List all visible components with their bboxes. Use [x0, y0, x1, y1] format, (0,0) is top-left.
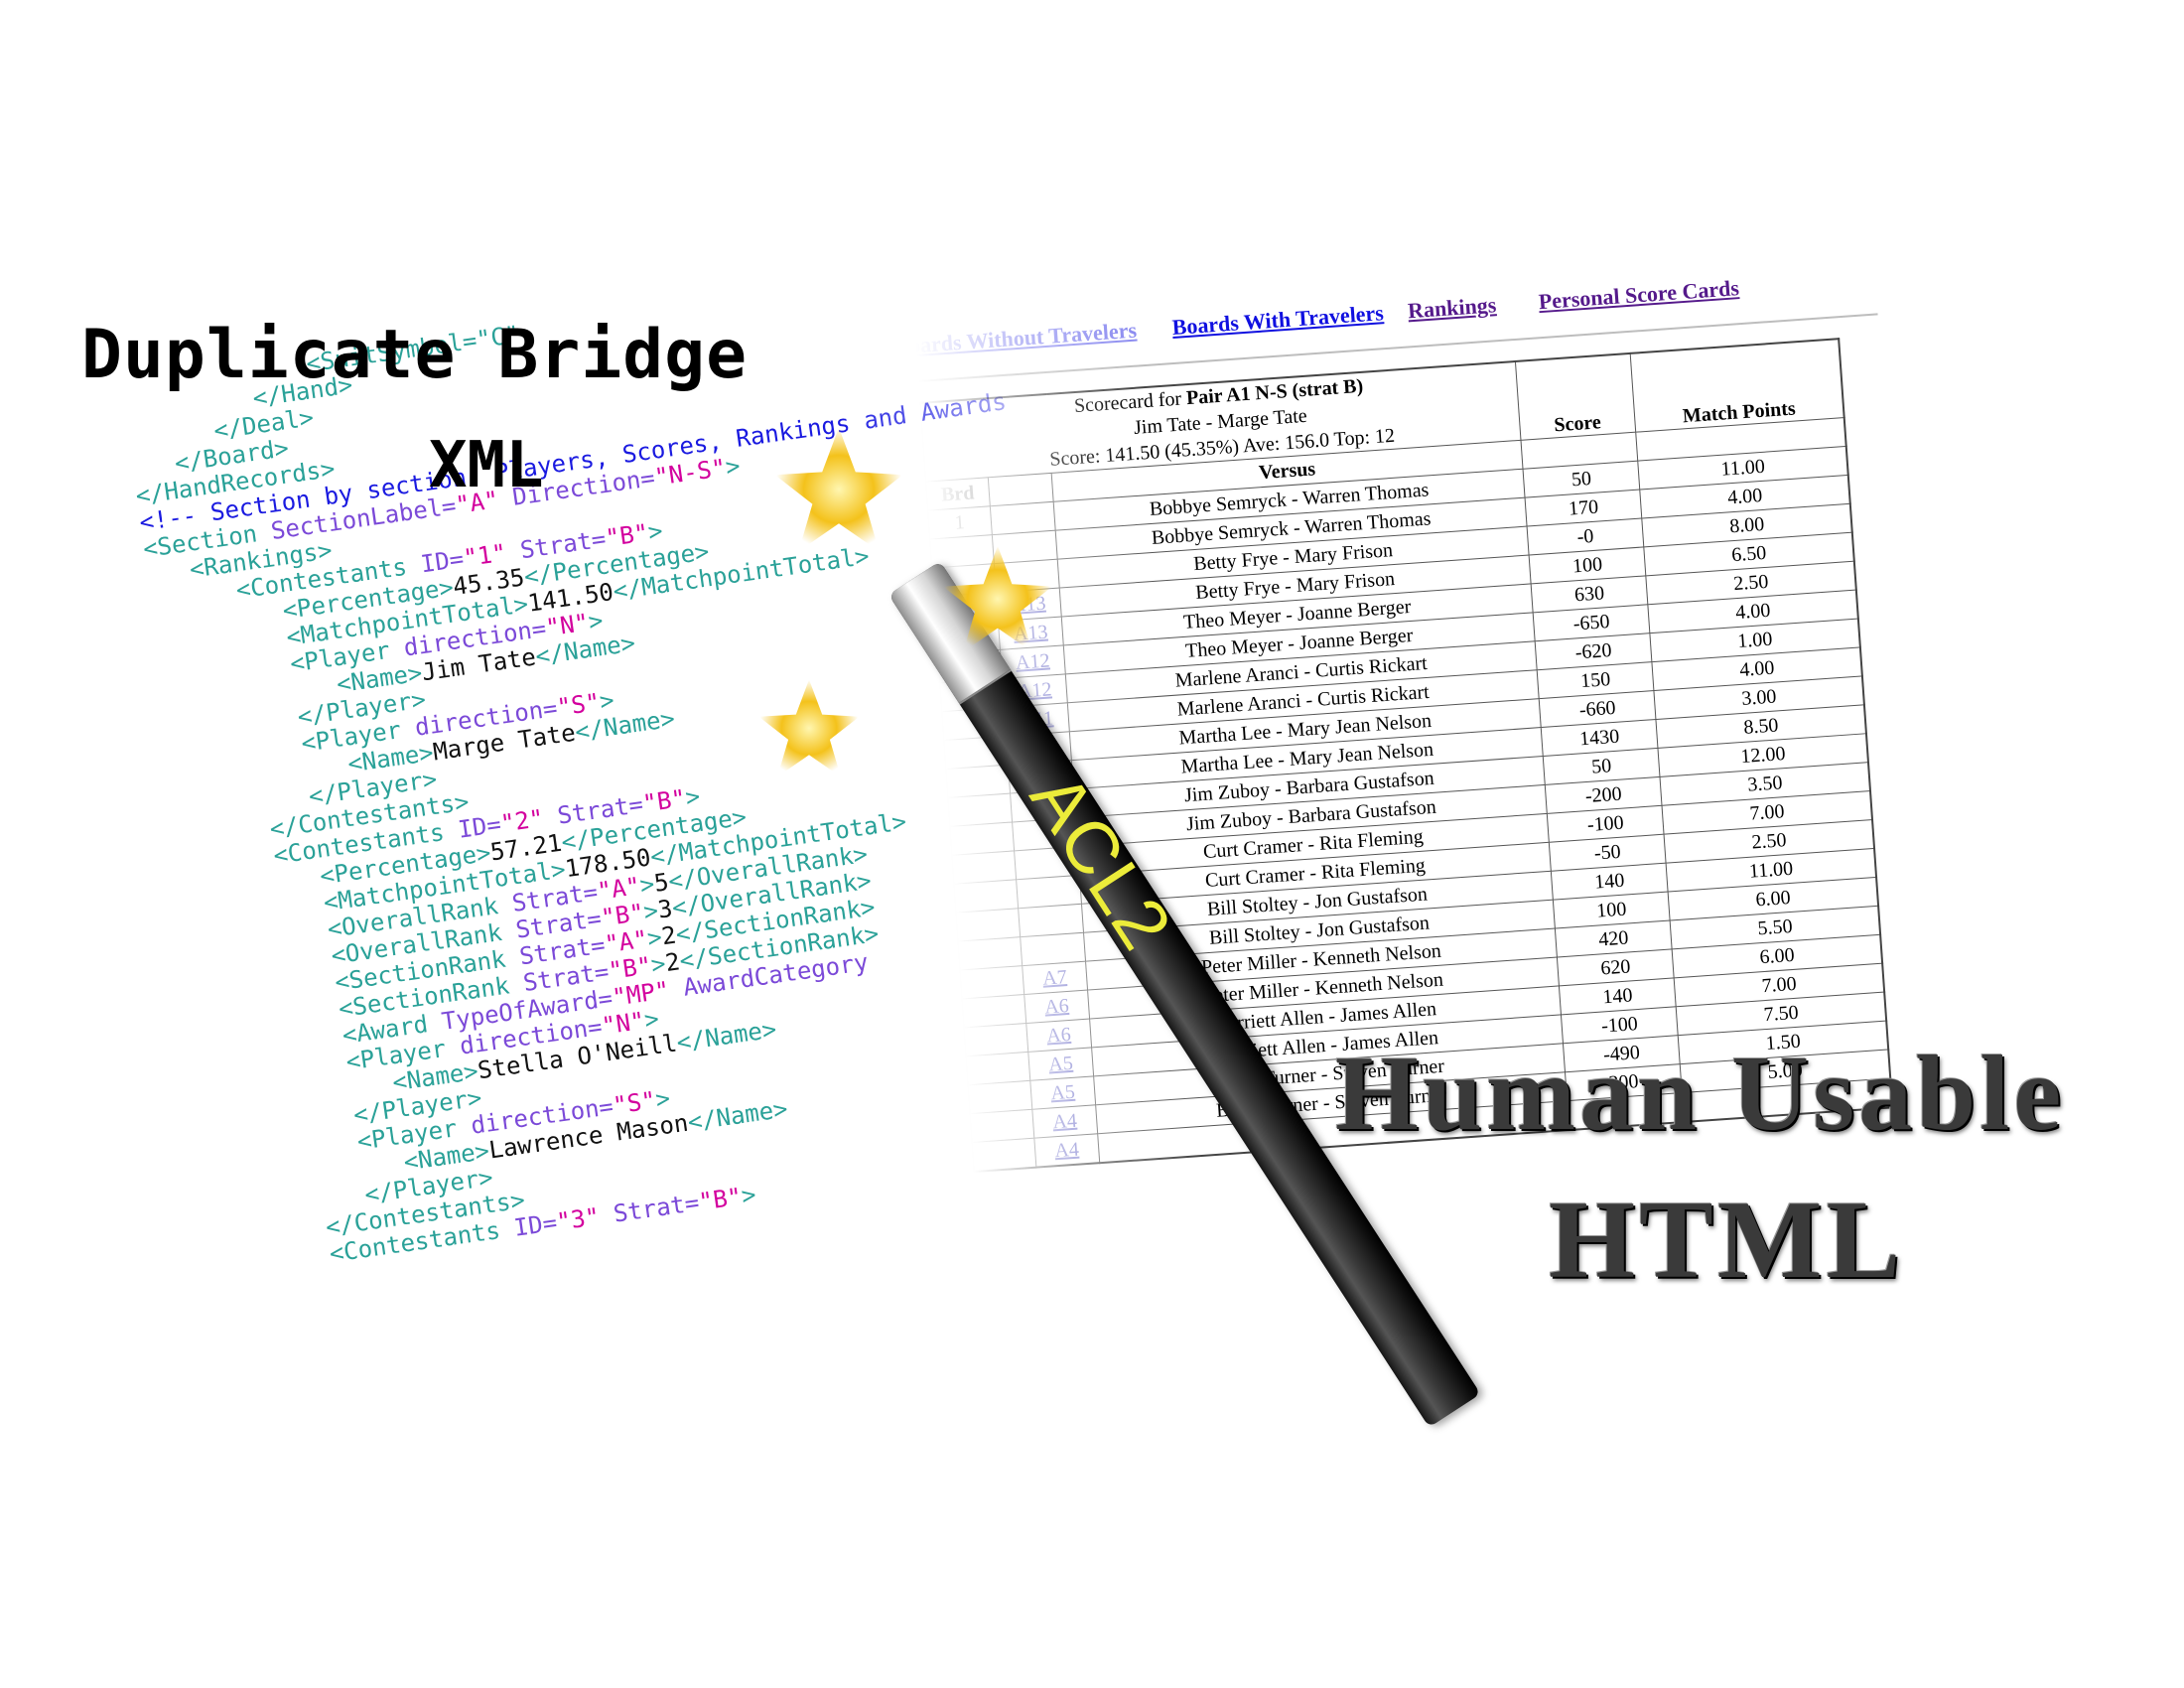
- nav-personal-score-cards[interactable]: Personal Score Cards: [1538, 275, 1740, 315]
- board-number-cell: [955, 908, 1021, 942]
- board-number-cell: [961, 994, 1026, 1028]
- human-usable-title: Human Usable: [1335, 1035, 2066, 1153]
- xml-token: ID=: [512, 1208, 559, 1242]
- board-link[interactable]: A6: [1024, 990, 1090, 1024]
- board-link[interactable]: A7: [1022, 961, 1088, 995]
- scorecard-title-prefix: Scorecard for: [1073, 387, 1187, 418]
- board-number-cell: [949, 822, 1015, 856]
- sparkle-star-icon: [769, 422, 908, 561]
- xml-token: >: [724, 451, 743, 482]
- xml-token: </Name>: [674, 1015, 778, 1057]
- board-number-cell: [969, 1109, 1034, 1143]
- xml-token: "3": [554, 1202, 602, 1236]
- sparkle-star-icon: [754, 675, 864, 784]
- board-number-cell: [945, 765, 1011, 798]
- nav-rankings[interactable]: Rankings: [1407, 292, 1497, 324]
- xml-title: XML: [429, 429, 544, 502]
- board-link[interactable]: [1018, 904, 1084, 937]
- xml-token: >: [646, 516, 665, 547]
- board-link[interactable]: [989, 501, 1056, 535]
- xml-token: >: [683, 781, 702, 812]
- duplicate-bridge-title: Duplicate Bridge: [81, 316, 749, 394]
- board-link[interactable]: [1016, 875, 1082, 909]
- html-title: HTML: [1549, 1179, 1905, 1302]
- nav-boards-without-travelers[interactable]: Boards Without Travelers: [894, 318, 1138, 360]
- board-number-cell: [953, 879, 1019, 914]
- nav-boards-with-travelers[interactable]: Boards With Travelers: [1171, 300, 1385, 341]
- board-number-cell: [963, 1023, 1028, 1056]
- board-number-cell: 1: [926, 505, 992, 540]
- board-number-cell: [957, 936, 1023, 971]
- board-number-cell: [967, 1080, 1032, 1114]
- scorecard-pair: Pair A1 N-S (strat B): [1185, 374, 1364, 410]
- board-number-cell: [971, 1138, 1036, 1173]
- col-match-points-header: Match Points: [1630, 339, 1844, 433]
- xml-token: </Name>: [686, 1094, 790, 1137]
- xml-token: Strat=: [597, 1188, 701, 1230]
- board-number-cell: [951, 850, 1017, 885]
- xml-token: >: [653, 1083, 672, 1114]
- col-brd-header: Brd: [924, 477, 990, 511]
- board-link[interactable]: A6: [1025, 1019, 1092, 1053]
- board-link[interactable]: [1020, 932, 1086, 966]
- col-link-header: [987, 473, 1054, 506]
- board-link[interactable]: A5: [1027, 1047, 1094, 1081]
- xml-token: >: [598, 685, 616, 716]
- xml-token: >: [642, 1004, 661, 1035]
- board-number-cell: [959, 965, 1024, 999]
- board-link[interactable]: A4: [1033, 1133, 1100, 1168]
- board-number-cell: [965, 1052, 1030, 1085]
- board-link[interactable]: A5: [1029, 1075, 1096, 1110]
- sparkle-star-icon: [938, 541, 1057, 660]
- board-link[interactable]: A4: [1031, 1104, 1098, 1139]
- board-number-cell: [947, 793, 1013, 827]
- xml-token: >: [740, 1180, 758, 1210]
- xml-token: >: [586, 606, 606, 636]
- col-score-header: Score: [1515, 352, 1637, 441]
- xml-token: "B": [697, 1182, 744, 1216]
